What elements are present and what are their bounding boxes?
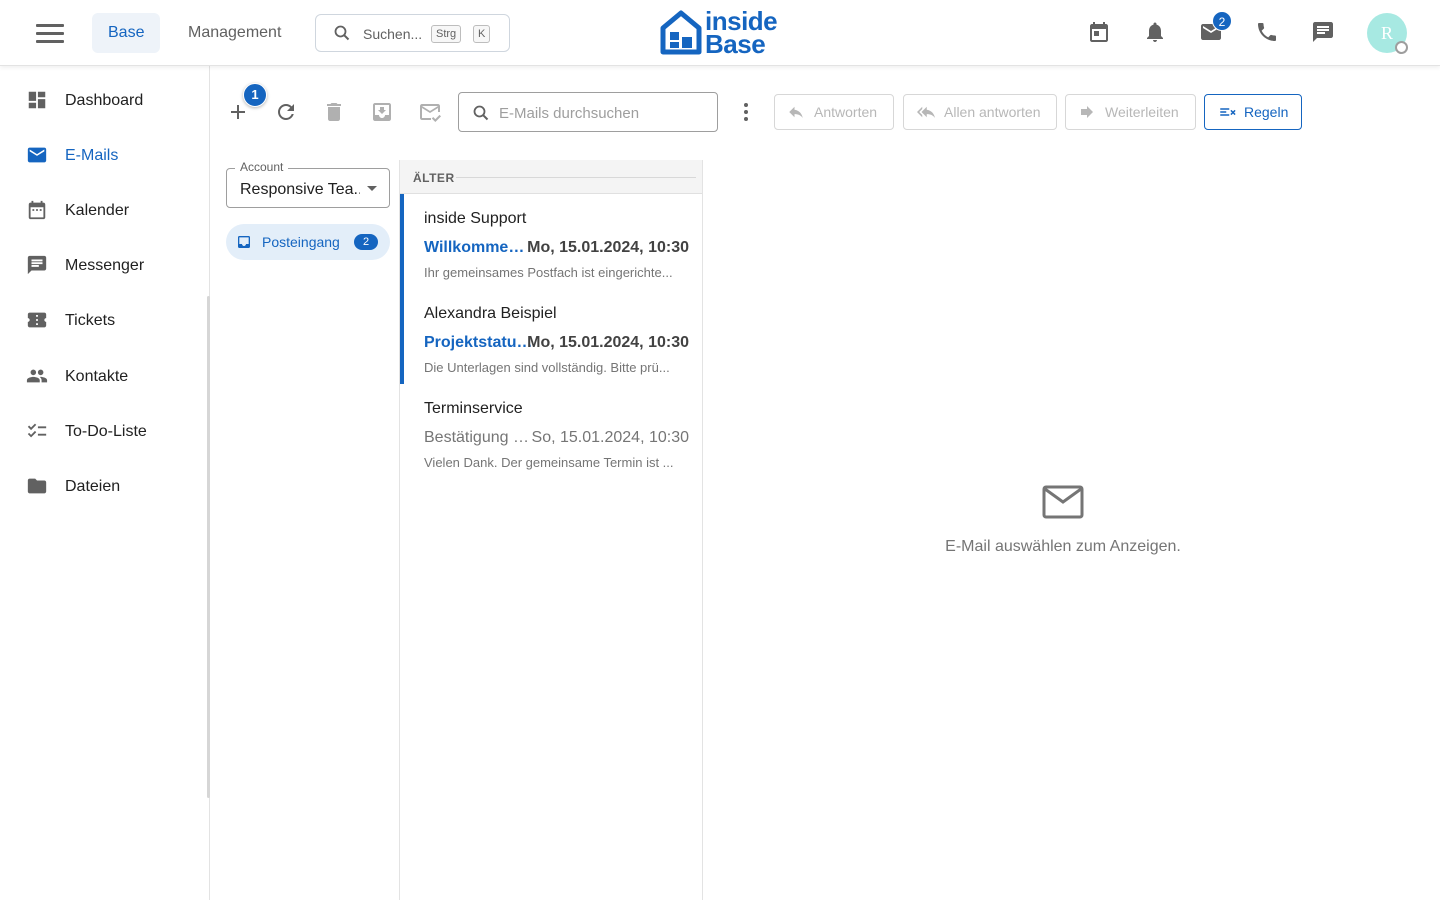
sidebar-item-tickets[interactable]: Tickets (0, 299, 210, 343)
sidebar-item-label: Dateien (65, 478, 121, 495)
envelope-icon (1042, 485, 1084, 519)
divider (456, 177, 696, 178)
mail-preview: Die Unterlagen sind vollständig. Bitte p… (424, 360, 670, 375)
rules-button[interactable]: Regeln (1204, 94, 1302, 130)
sidebar-item-emails[interactable]: E-Mails (0, 134, 210, 178)
mail-item[interactable]: inside Support Willkommen ... Mo, 15.01.… (400, 194, 702, 289)
logo[interactable]: inside Base (660, 6, 790, 59)
mail-subject: Projektstatus... (424, 334, 534, 351)
shortcut-key: K (473, 25, 491, 43)
chat-icon[interactable] (1311, 20, 1335, 44)
ticket-icon (27, 312, 47, 328)
contacts-icon (26, 369, 48, 383)
refresh-icon[interactable] (274, 100, 298, 124)
dashboard-icon (28, 91, 46, 109)
mail-item[interactable]: Alexandra Beispiel Projektstatus... Mo, … (400, 289, 702, 384)
mail-date: Mo, 15.01.2024, 10:30 (527, 334, 689, 351)
account-label: Account (235, 160, 289, 174)
sidebar-item-calendar[interactable]: Kalender (0, 189, 210, 233)
sidebar-item-label: Dashboard (65, 92, 144, 109)
folder-label: Posteingang (262, 234, 340, 250)
mail-icon (27, 147, 47, 163)
reply-button[interactable]: Antworten (774, 94, 894, 130)
inbox-icon (238, 236, 250, 248)
sidebar-item-label: To-Do-Liste (65, 423, 147, 440)
mail-sender: inside Support (424, 210, 527, 227)
delete-icon[interactable] (322, 100, 346, 124)
menu-icon[interactable] (36, 24, 64, 44)
mail-preview: Vielen Dank. Der gemeinsame Termin ist .… (424, 455, 674, 470)
avatar-status-indicator (1395, 41, 1408, 54)
sidebar-item-label: Messenger (65, 257, 145, 274)
mail-item[interactable]: Terminservice Bestätigung u... So, 15.01… (400, 384, 702, 479)
reply-all-button[interactable]: Allen antworten (903, 94, 1057, 130)
sidebar-item-label: E-Mails (65, 147, 119, 164)
archive-icon[interactable] (370, 100, 394, 124)
chat-icon (27, 255, 47, 275)
calendar-icon[interactable] (1087, 20, 1111, 44)
mail-list: ÄLTER inside Support Willkommen ... Mo, … (399, 160, 703, 900)
calendar-icon (28, 200, 46, 220)
sidebar-item-dashboard[interactable]: Dashboard (0, 79, 210, 123)
folder-count-badge: 2 (354, 234, 378, 250)
bell-icon[interactable] (1143, 20, 1167, 44)
search-icon (334, 25, 350, 41)
tab-base[interactable]: Base (92, 13, 161, 53)
reply-all-label: Allen antworten (944, 104, 1041, 120)
rules-icon (1220, 108, 1236, 116)
sidebar-item-label: Tickets (65, 312, 116, 329)
sidebar-item-messenger[interactable]: Messenger (0, 244, 210, 288)
account-value: Responsive Tea... (240, 181, 360, 198)
group-label: ÄLTER (413, 171, 455, 185)
search-icon (473, 105, 489, 121)
mail-preview: Ihr gemeinsames Postfach ist eingerichte… (424, 265, 673, 280)
sidebar-item-files[interactable]: Dateien (0, 465, 210, 509)
chevron-down-icon (367, 186, 377, 191)
tab-management[interactable]: Management (172, 13, 297, 53)
sidebar-item-label: Kontakte (65, 368, 129, 385)
mail-subject: Bestätigung u... (424, 429, 534, 446)
account-select[interactable]: Account Responsive Tea... (226, 160, 390, 208)
new-mail-badge: 1 (243, 83, 267, 107)
shortcut-mod-key: Strg (431, 25, 462, 43)
mail-search-input[interactable] (499, 102, 709, 124)
sidebar-item-todo[interactable]: To-Do-Liste (0, 410, 210, 454)
forward-label: Weiterleiten (1105, 104, 1179, 120)
checklist-icon (27, 423, 47, 438)
reading-pane-empty: E-Mail auswählen zum Anzeigen. (703, 485, 1423, 556)
forward-button[interactable]: Weiterleiten (1065, 94, 1196, 130)
logo-house-icon (660, 10, 702, 55)
reply-all-icon (917, 106, 935, 118)
mail-date: Mo, 15.01.2024, 10:30 (527, 239, 689, 256)
mail-group-header: ÄLTER (400, 160, 702, 194)
empty-state-text: E-Mail auswählen zum Anzeigen. (945, 538, 1181, 555)
more-options-icon[interactable] (736, 100, 756, 124)
sidebar: Dashboard E-Mails Kalender Messenger Tic… (0, 66, 210, 900)
mail-badge: 2 (1212, 11, 1232, 31)
sidebar-item-contacts[interactable]: Kontakte (0, 355, 210, 399)
reply-label: Antworten (814, 104, 878, 120)
sidebar-scrollbar[interactable] (207, 296, 210, 798)
phone-icon[interactable] (1255, 20, 1279, 44)
folder-icon (27, 478, 47, 494)
forward-icon (1081, 106, 1093, 118)
reply-icon (789, 106, 803, 118)
mail-subject: Willkommen ... (424, 239, 534, 256)
mail-sender: Alexandra Beispiel (424, 305, 557, 322)
folder-inbox[interactable]: Posteingang 2 (226, 224, 390, 260)
rules-label: Regeln (1244, 104, 1289, 120)
mail-sender: Terminservice (424, 400, 523, 417)
mail-date: So, 15.01.2024, 10:30 (531, 429, 689, 446)
mail-search[interactable] (458, 92, 718, 132)
logo-text: inside Base (705, 6, 778, 59)
top-bar: Base Management Suchen... Strg K inside … (0, 0, 1440, 66)
mark-read-icon[interactable] (418, 100, 442, 124)
global-search-placeholder: Suchen... (363, 26, 423, 42)
sidebar-item-label: Kalender (65, 202, 130, 219)
global-search[interactable]: Suchen... Strg K (315, 14, 510, 52)
